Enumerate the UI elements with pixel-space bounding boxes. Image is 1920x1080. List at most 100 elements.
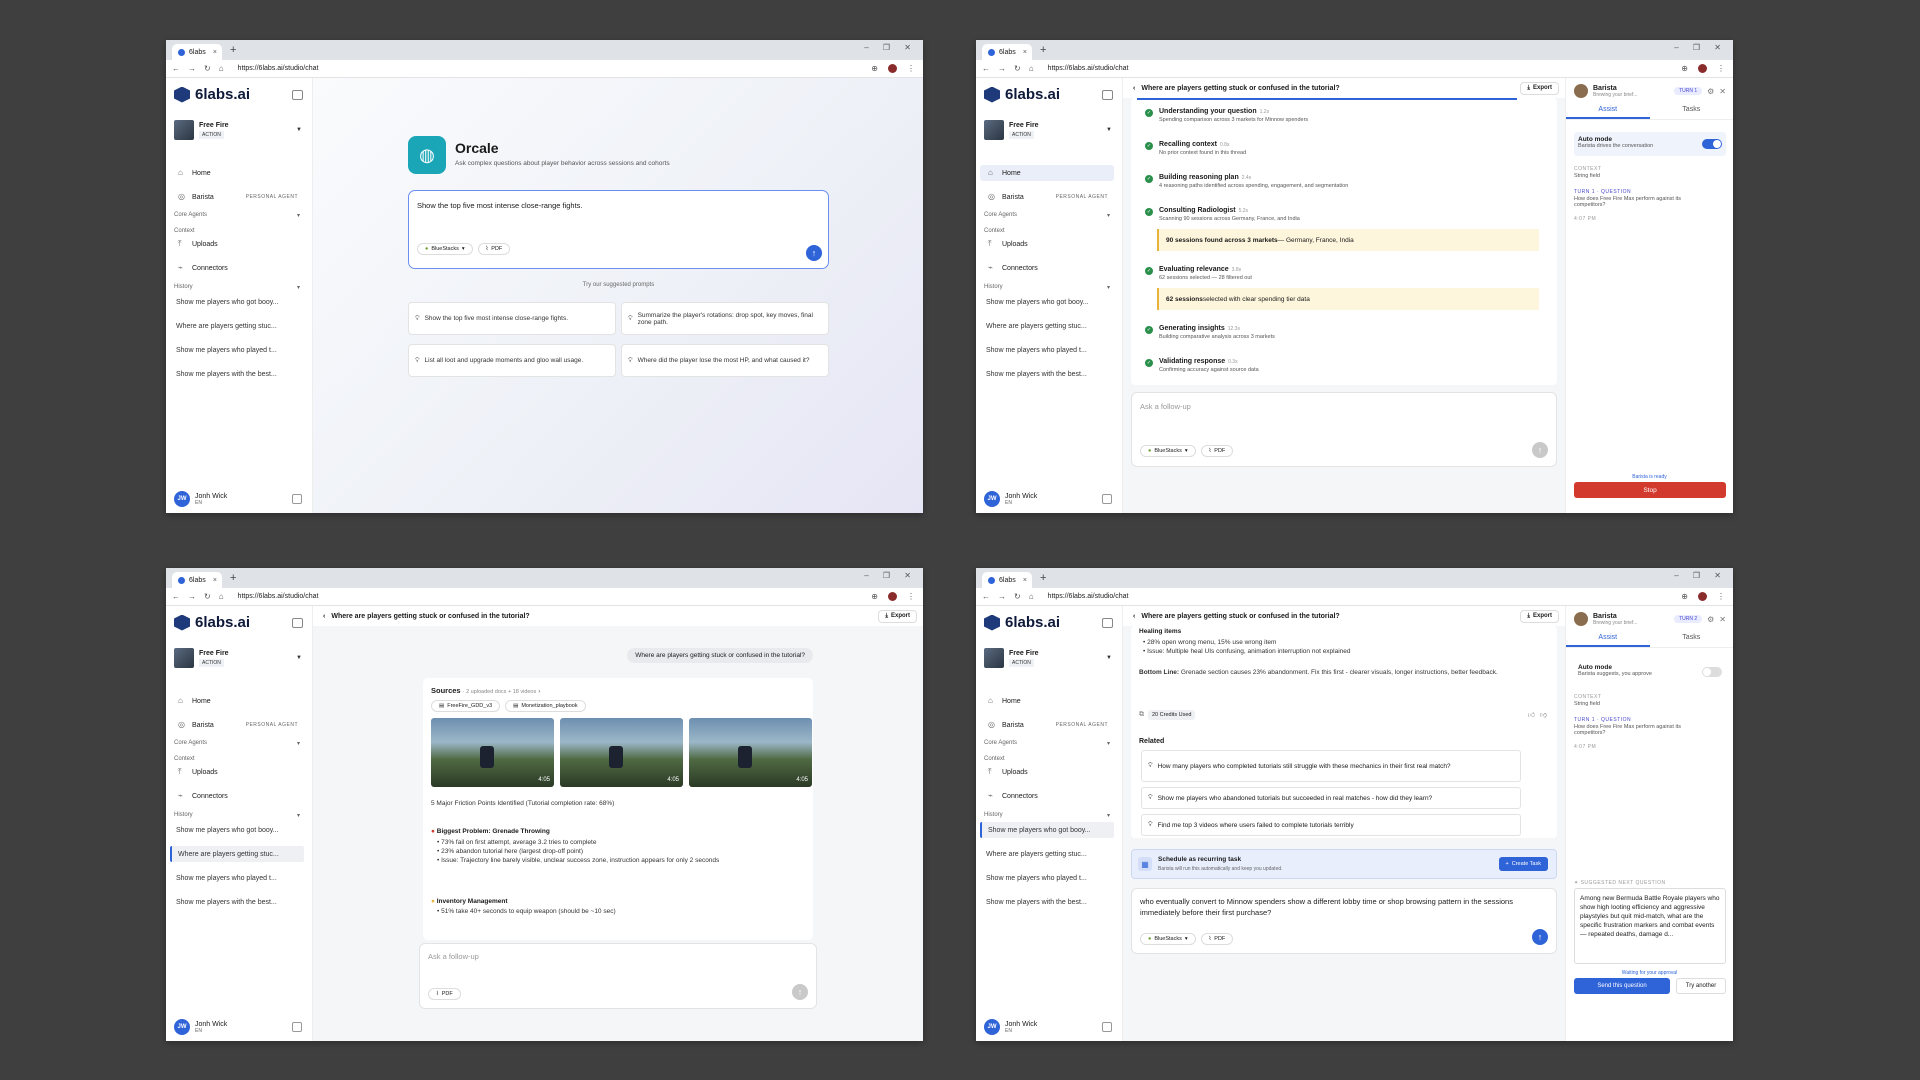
url-field[interactable]: https://6labs.ai/studio/chat: [1048, 593, 1129, 600]
nav-home[interactable]: ⌂ Home: [170, 165, 304, 181]
back-icon[interactable]: ←: [172, 64, 180, 73]
suggested-prompt[interactable]: 💡︎ Show the top five most intense close-r…: [408, 302, 616, 335]
profile-icon[interactable]: [888, 592, 897, 601]
followup-input[interactable]: who eventually convert to Minnow spender…: [1140, 896, 1540, 918]
prompt-input[interactable]: Show the top five most intense close-ran…: [417, 201, 583, 210]
auto-mode-toggle[interactable]: [1702, 667, 1722, 677]
logout-icon[interactable]: [1102, 494, 1112, 504]
nav-home[interactable]: ⌂ Home: [170, 693, 304, 709]
auto-mode-toggle[interactable]: [1702, 139, 1722, 149]
new-tab-icon[interactable]: +: [230, 44, 236, 56]
extension-icon[interactable]: ⊕: [1681, 592, 1688, 601]
export-button[interactable]: ⤓ Export: [1520, 81, 1559, 95]
forward-icon[interactable]: →: [998, 64, 1006, 73]
thumbs-down-icon[interactable]: 👎︎: [1540, 710, 1547, 719]
window-controls[interactable]: – ❐ ✕: [864, 571, 917, 580]
window-controls[interactable]: – ❐ ✕: [1674, 43, 1727, 52]
brand-logo[interactable]: 6labs.ai: [174, 614, 250, 631]
history-item[interactable]: Show me players who played t...: [980, 870, 1114, 886]
user-profile[interactable]: JW Jonh Wick EN: [174, 491, 302, 507]
back-chevron-icon[interactable]: ‹: [1133, 613, 1135, 620]
window-controls[interactable]: – ❐ ✕: [1674, 571, 1727, 580]
history-item[interactable]: Show me players who played t...: [980, 342, 1114, 358]
nav-uploads[interactable]: ⤒ Uploads: [980, 236, 1114, 252]
url-field[interactable]: https://6labs.ai/studio/chat: [238, 65, 319, 72]
game-selector[interactable]: Free Fire ACTION ▼: [984, 120, 1112, 140]
forward-icon[interactable]: →: [188, 64, 196, 73]
game-selector[interactable]: Free Fire ACTION ▼: [174, 648, 302, 668]
history-item[interactable]: Show me players who got booy...: [170, 822, 304, 838]
send-button[interactable]: ↑: [1532, 442, 1548, 458]
browser-tab[interactable]: 6labs ×: [982, 44, 1032, 60]
nav-connectors[interactable]: ⌁ Connectors: [170, 260, 304, 276]
history-item[interactable]: Show me players who played t...: [170, 870, 304, 886]
nav-connectors[interactable]: ⌁ Connectors: [980, 260, 1114, 276]
source-doc-chip[interactable]: ▤ Monetization_playbook: [505, 700, 586, 712]
followup-input[interactable]: Ask a follow-up: [1140, 402, 1191, 411]
back-chevron-icon[interactable]: ‹: [1133, 85, 1135, 92]
tab-tasks[interactable]: Tasks: [1650, 106, 1734, 119]
nav-uploads[interactable]: ⤒ Uploads: [170, 764, 304, 780]
close-tab-icon[interactable]: ×: [1023, 49, 1027, 56]
forward-icon[interactable]: →: [188, 592, 196, 601]
menu-icon[interactable]: ⋮: [1717, 592, 1725, 601]
user-profile[interactable]: JW Jonh Wick EN: [984, 1019, 1112, 1035]
logout-icon[interactable]: [292, 1022, 302, 1032]
pdf-attach-button[interactable]: ⌇ PDF: [428, 988, 461, 1000]
export-button[interactable]: ⤓ Export: [878, 609, 917, 623]
history-item[interactable]: Where are players getting stuc...: [980, 846, 1114, 862]
extension-icon[interactable]: ⊕: [871, 592, 878, 601]
video-thumbnail[interactable]: 4:05: [689, 718, 812, 787]
create-task-button[interactable]: + Create Task: [1498, 857, 1548, 871]
history-section[interactable]: History ▾: [174, 284, 300, 291]
brand-logo[interactable]: 6labs.ai: [174, 86, 250, 103]
nav-barista[interactable]: ◎ Barista PERSONAL AGENT: [980, 189, 1114, 205]
video-thumbnail[interactable]: 4:05: [560, 718, 683, 787]
send-button[interactable]: ↑: [792, 984, 808, 1000]
tab-assist[interactable]: Assist: [1566, 634, 1650, 647]
url-field[interactable]: https://6labs.ai/studio/chat: [238, 593, 319, 600]
history-item[interactable]: Show me players with the best...: [170, 894, 304, 910]
reload-icon[interactable]: ↻: [204, 64, 211, 73]
send-question-button[interactable]: Send this question: [1574, 978, 1670, 994]
stop-button[interactable]: Stop: [1574, 482, 1726, 498]
bluestacks-selector[interactable]: ● BlueStacks ▾: [1140, 933, 1196, 945]
nav-home[interactable]: ⌂ Home: [980, 165, 1114, 181]
tab-assist[interactable]: Assist: [1566, 106, 1650, 119]
profile-icon[interactable]: [1698, 592, 1707, 601]
logout-icon[interactable]: [292, 494, 302, 504]
followup-box[interactable]: who eventually convert to Minnow spender…: [1131, 888, 1557, 954]
brand-logo[interactable]: 6labs.ai: [984, 86, 1060, 103]
history-section[interactable]: History ▾: [174, 812, 300, 819]
profile-icon[interactable]: [1698, 64, 1707, 73]
suggested-prompt[interactable]: 💡︎ List all loot and upgrade moments and …: [408, 344, 616, 377]
nav-uploads[interactable]: ⤒ Uploads: [170, 236, 304, 252]
video-thumbnail[interactable]: 4:05: [431, 718, 554, 787]
browser-tab[interactable]: 6labs ×: [172, 572, 222, 588]
try-another-button[interactable]: Try another: [1676, 978, 1726, 994]
history-item[interactable]: Where are players getting stuc...: [980, 318, 1114, 334]
reload-icon[interactable]: ↻: [204, 592, 211, 601]
followup-box[interactable]: Ask a follow-up ● BlueStacks ▾ ⌇ PDF ↑: [1131, 392, 1557, 467]
bluestacks-selector[interactable]: ● BlueStacks ▾: [417, 243, 473, 255]
prompt-box[interactable]: Show the top five most intense close-ran…: [408, 190, 829, 269]
core-agents-section[interactable]: Core Agents ▾: [984, 740, 1110, 747]
nav-barista[interactable]: ◎ Barista PERSONAL AGENT: [980, 717, 1114, 733]
tab-tasks[interactable]: Tasks: [1650, 634, 1734, 647]
nav-home[interactable]: ⌂ Home: [980, 693, 1114, 709]
home-icon[interactable]: ⌂: [219, 64, 224, 73]
menu-icon[interactable]: ⋮: [1717, 64, 1725, 73]
back-icon[interactable]: ←: [982, 592, 990, 601]
menu-icon[interactable]: ⋮: [907, 64, 915, 73]
close-tab-icon[interactable]: ×: [213, 49, 217, 56]
game-selector[interactable]: Free Fire ACTION ▼: [174, 120, 302, 140]
brand-logo[interactable]: 6labs.ai: [984, 614, 1060, 631]
back-icon[interactable]: ←: [172, 592, 180, 601]
settings-icon[interactable]: ⚙: [1707, 615, 1714, 624]
history-item[interactable]: Show me players with the best...: [980, 894, 1114, 910]
history-item[interactable]: Show me players who got booy...: [980, 294, 1114, 310]
suggested-prompt[interactable]: 💡︎ Where did the player lose the most HP,…: [621, 344, 829, 377]
reload-icon[interactable]: ↻: [1014, 592, 1021, 601]
nav-uploads[interactable]: ⤒ Uploads: [980, 764, 1114, 780]
close-icon[interactable]: ✕: [1719, 615, 1726, 624]
